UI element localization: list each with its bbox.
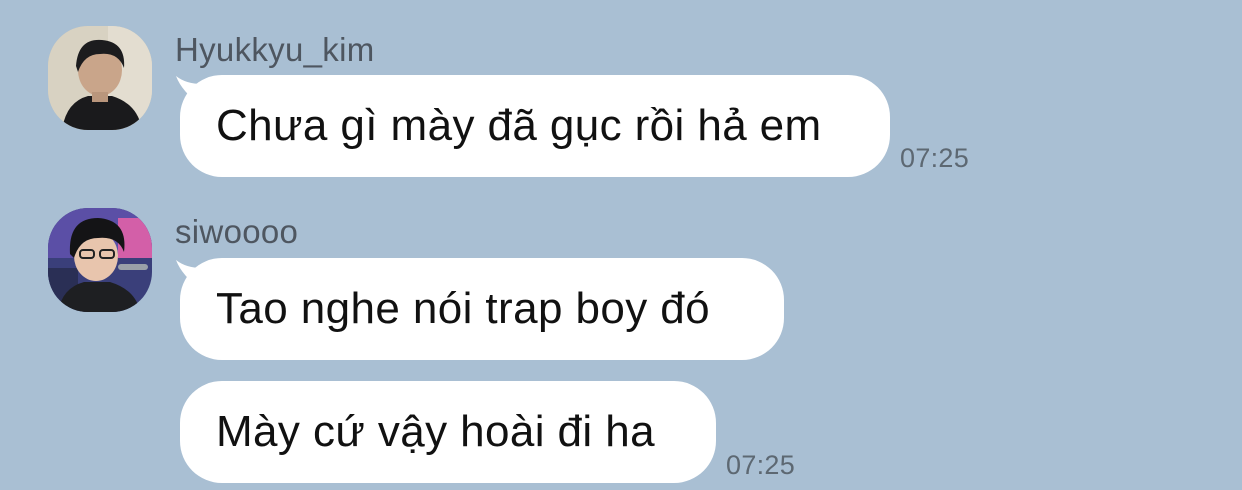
user-photo-avatar-icon [48, 26, 152, 130]
message-bubble[interactable]: Mày cứ vậy hoài đi ha [180, 381, 716, 483]
user-photo-avatar-icon [48, 208, 152, 312]
sender-name: siwoooo [175, 213, 299, 250]
chat-message-list[interactable]: Hyukkyu_kim Chưa gì mày đã gục rồi hả em… [0, 0, 1242, 490]
avatar-hyukkyu-kim[interactable] [48, 26, 152, 130]
message-timestamp: 07:25 [900, 143, 970, 173]
message-timestamp: 07:25 [726, 450, 796, 480]
message-bubble[interactable]: Tao nghe nói trap boy đó [180, 258, 784, 360]
sender-name: Hyukkyu_kim [175, 31, 375, 68]
avatar-siwoooo[interactable] [48, 208, 152, 312]
message-bubble[interactable]: Chưa gì mày đã gục rồi hả em [180, 75, 890, 177]
